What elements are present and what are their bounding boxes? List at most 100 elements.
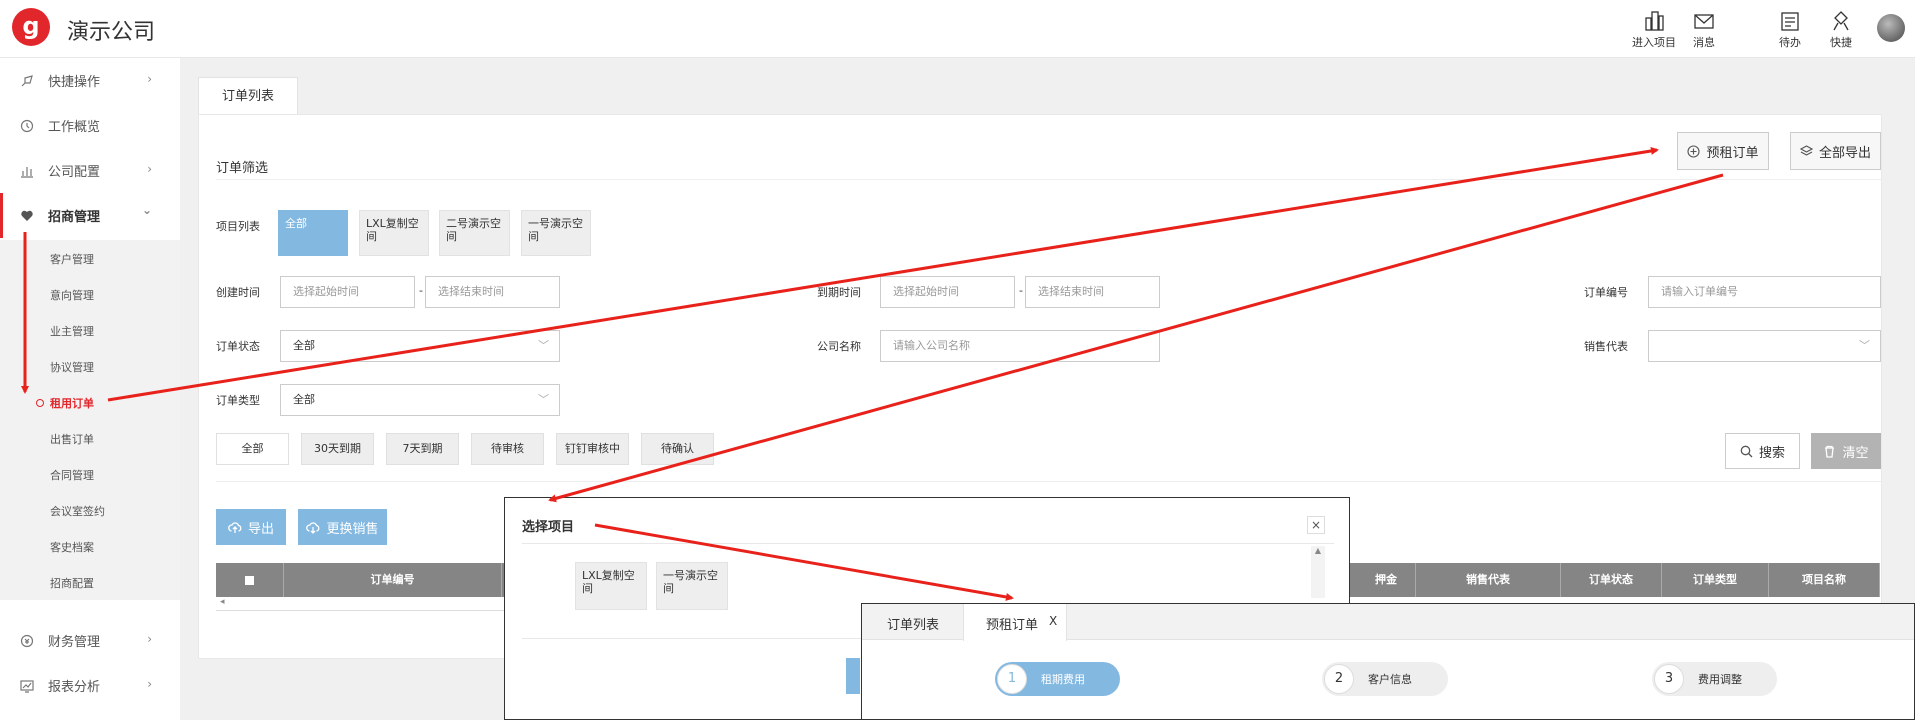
create-end-input[interactable]: 选择结束时间: [425, 276, 560, 308]
step-label: 客户信息: [1368, 673, 1412, 686]
create-start-input[interactable]: 选择起始时间: [280, 276, 415, 308]
expire-end-input[interactable]: 选择结束时间: [1025, 276, 1160, 308]
project-chip[interactable]: LXL复制空间: [359, 210, 429, 256]
sidebar-item-company-config[interactable]: 公司配置 ›: [0, 148, 180, 193]
order-no-input[interactable]: 请输入订单编号: [1648, 276, 1881, 308]
quick-filter[interactable]: 7天到期: [386, 433, 459, 465]
order-type-label: 订单类型: [216, 394, 260, 407]
plus-circle-icon: [1687, 144, 1701, 158]
quick-filter[interactable]: 钉钉审核中: [556, 433, 629, 465]
company-logo[interactable]: g: [12, 8, 50, 46]
step-rent-fee[interactable]: 1 租期费用: [995, 662, 1120, 696]
quick-filter[interactable]: 30天到期: [301, 433, 374, 465]
submenu-item[interactable]: 客史档案: [50, 539, 94, 555]
export-all-button[interactable]: 全部导出: [1790, 132, 1881, 170]
todo-button[interactable]: 待办: [1776, 10, 1804, 50]
column-header[interactable]: 项目名称: [1769, 563, 1880, 597]
order-type-select[interactable]: 全部 ﹀: [280, 384, 560, 416]
step-number: 2: [1324, 664, 1354, 694]
sidebar-item-quick-ops[interactable]: 快捷操作 ›: [0, 58, 180, 103]
company-name-input[interactable]: 请输入公司名称: [880, 330, 1160, 362]
tab-pre-rent-order[interactable]: 预租订单 X: [963, 604, 1067, 641]
quick-filter[interactable]: 待确认: [641, 433, 714, 465]
money-icon: [20, 634, 34, 647]
report-icon: [20, 679, 34, 693]
expire-time-label: 到期时间: [817, 286, 861, 299]
submenu-item[interactable]: 出售订单: [50, 431, 94, 447]
expire-start-input[interactable]: 选择起始时间: [880, 276, 1015, 308]
tab-order-list[interactable]: 订单列表: [887, 614, 939, 633]
mail-icon: [1694, 14, 1714, 29]
enter-project-button[interactable]: 进入项目: [1632, 10, 1676, 50]
clear-label: 清空: [1842, 445, 1869, 461]
column-header[interactable]: 销售代表: [1416, 563, 1561, 597]
sales-rep-select[interactable]: ﹀: [1648, 330, 1881, 362]
quick-filter-all[interactable]: 全部: [216, 433, 289, 465]
change-sales-label: 更换销售: [326, 521, 379, 537]
todo-label: 待办: [1779, 36, 1801, 49]
clear-button[interactable]: 清空: [1811, 433, 1881, 469]
submenu-item-rent-order[interactable]: 租用订单: [50, 395, 94, 411]
search-button[interactable]: 搜索: [1725, 433, 1800, 469]
export-all-label: 全部导出: [1818, 145, 1871, 161]
chevron-down-icon: ﹀: [1859, 339, 1870, 352]
horizontal-scrollbar[interactable]: ◂: [216, 597, 516, 611]
project-chip[interactable]: 二号演示空间: [439, 210, 510, 256]
submenu-item[interactable]: 合同管理: [50, 467, 94, 483]
range-dash: -: [1019, 284, 1023, 297]
checkbox-icon: [245, 575, 254, 585]
project-chip[interactable]: 一号演示空间: [521, 210, 591, 256]
divider: [216, 481, 1881, 482]
change-sales-button[interactable]: 更换销售: [298, 509, 387, 545]
submenu-item[interactable]: 会议室签约: [50, 503, 105, 519]
step-fee-adjust[interactable]: 3 费用调整: [1652, 662, 1777, 696]
vertical-scrollbar[interactable]: ▲: [1311, 546, 1325, 598]
messages-button[interactable]: 消息: [1688, 10, 1720, 50]
column-header[interactable]: 订单编号: [284, 563, 502, 597]
top-header: g 演示公司 进入项目 消息 待办 快捷: [0, 0, 1915, 58]
order-status-label: 订单状态: [216, 340, 260, 353]
quick-filter[interactable]: 待审核: [471, 433, 544, 465]
chevron-right-icon: ›: [147, 632, 152, 646]
chevron-down-icon: ⌄: [141, 203, 152, 217]
project-chip[interactable]: LXL复制空间: [575, 562, 647, 610]
sales-rep-label: 销售代表: [1584, 340, 1628, 353]
project-chip[interactable]: 一号演示空间: [656, 562, 728, 610]
project-chip-all[interactable]: 全部: [278, 210, 348, 256]
step-customer-info[interactable]: 2 客户信息: [1322, 662, 1448, 696]
tab-order-list[interactable]: 订单列表: [198, 77, 298, 115]
chevron-down-icon: ﹀: [538, 393, 549, 406]
pre-rent-order-button[interactable]: 预租订单: [1677, 132, 1769, 170]
submenu-item[interactable]: 招商配置: [50, 575, 94, 591]
sidebar-item-label: 快捷操作: [48, 75, 101, 90]
sidebar-item-reports[interactable]: 报表分析 ›: [0, 663, 180, 708]
chevron-right-icon: ›: [147, 677, 152, 691]
cloud-upload-icon: [228, 521, 242, 533]
create-time-label: 创建时间: [216, 286, 260, 299]
clock-icon: [20, 119, 34, 132]
divider: [216, 179, 1881, 180]
column-header[interactable]: 订单状态: [1561, 563, 1662, 597]
close-tab-icon[interactable]: X: [1049, 614, 1057, 628]
company-name: 演示公司: [67, 20, 156, 45]
close-icon[interactable]: ×: [1307, 516, 1325, 534]
order-status-select[interactable]: 全部 ﹀: [280, 330, 560, 362]
avatar[interactable]: [1877, 14, 1905, 42]
layers-icon: [1799, 144, 1813, 156]
submenu-item[interactable]: 客户管理: [50, 251, 94, 267]
pre-rent-order-label: 预租订单: [1706, 145, 1759, 161]
submenu-item[interactable]: 意向管理: [50, 287, 94, 303]
export-button[interactable]: 导出: [216, 509, 286, 545]
sidebar-item-overview[interactable]: 工作概览: [0, 103, 180, 148]
column-header[interactable]: 押金: [1350, 563, 1416, 597]
column-header[interactable]: 订单类型: [1662, 563, 1769, 597]
sidebar-item-finance[interactable]: 财务管理 ›: [0, 618, 180, 663]
sidebar-item-leasing[interactable]: 招商管理 ⌄: [0, 193, 180, 238]
filter-title: 订单筛选: [216, 161, 269, 176]
submenu-item[interactable]: 协议管理: [50, 359, 94, 375]
quick-button[interactable]: 快捷: [1827, 10, 1855, 50]
submenu-item[interactable]: 业主管理: [50, 323, 94, 339]
confirm-button[interactable]: [846, 658, 860, 694]
step-label: 费用调整: [1698, 673, 1742, 686]
table-select-all[interactable]: [216, 563, 284, 597]
